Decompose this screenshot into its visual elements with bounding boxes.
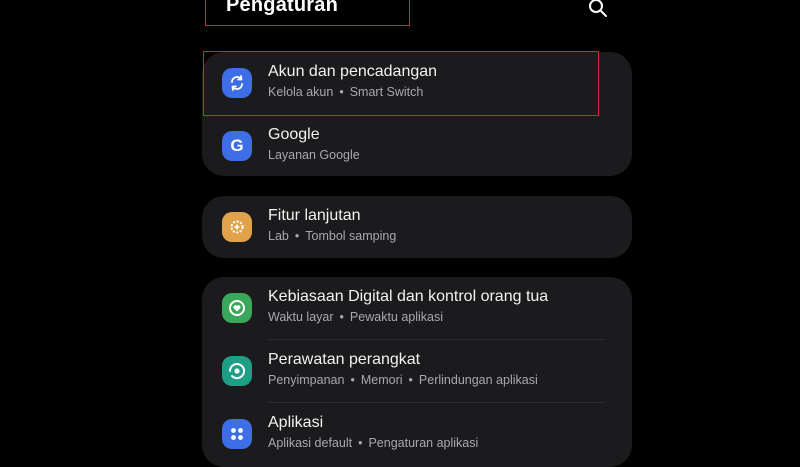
settings-item-label: Aplikasi (268, 414, 324, 431)
settings-item-label: Akun dan pencadangan (268, 63, 438, 80)
settings-item-subtitle: Lab • Tombol samping (268, 229, 397, 243)
settings-item-subtitle: Aplikasi default • Pengaturan aplikasi (268, 436, 479, 450)
settings-group-advanced: Fitur lanjutan Lab • Tombol samping (202, 196, 632, 258)
settings-item-google[interactable]: G Google Layanan Google (202, 115, 632, 177)
settings-item-label: Perawatan perangkat (268, 351, 421, 368)
settings-item-subtitle: Kelola akun • Smart Switch (268, 85, 424, 99)
settings-item-device-care[interactable]: Perawatan perangkat Penyimpanan • Memori • P… (202, 340, 632, 402)
search-button[interactable] (584, 0, 612, 22)
settings-group-accounts: Akun dan pencadangan Kelola akun • Smart S… (202, 52, 632, 176)
gear-plus-icon (222, 212, 252, 242)
settings-item-subtitle: Penyimpanan • Memori • Perlindungan aplikasi (268, 373, 538, 387)
sync-icon (222, 68, 252, 98)
search-icon (589, 0, 607, 17)
settings-item-subtitle: Layanan Google (268, 148, 360, 162)
heart-circle-icon (222, 293, 252, 323)
settings-item-apps[interactable]: Aplikasi Aplikasi default • Pengaturan apl… (202, 403, 632, 465)
google-icon: G (222, 131, 252, 161)
settings-item-subtitle: Waktu layar • Pewaktu aplikasi (268, 310, 444, 324)
page-title: Pengaturan (226, 0, 339, 16)
settings-group-device: Kebiasaan Digital dan kontrol orang tua … (202, 277, 632, 467)
settings-item-digital-wellbeing[interactable]: Kebiasaan Digital dan kontrol orang tua … (202, 277, 632, 339)
settings-item-accounts-backup[interactable]: Akun dan pencadangan Kelola akun • Smart S… (202, 52, 632, 114)
settings-item-label: Google (268, 126, 320, 143)
settings-item-label: Fitur lanjutan (268, 207, 361, 224)
settings-item-label: Kebiasaan Digital dan kontrol orang tua (268, 288, 549, 305)
apps-grid-icon (222, 419, 252, 449)
device-care-icon (222, 356, 252, 386)
settings-item-advanced-features[interactable]: Fitur lanjutan Lab • Tombol samping (202, 196, 632, 258)
